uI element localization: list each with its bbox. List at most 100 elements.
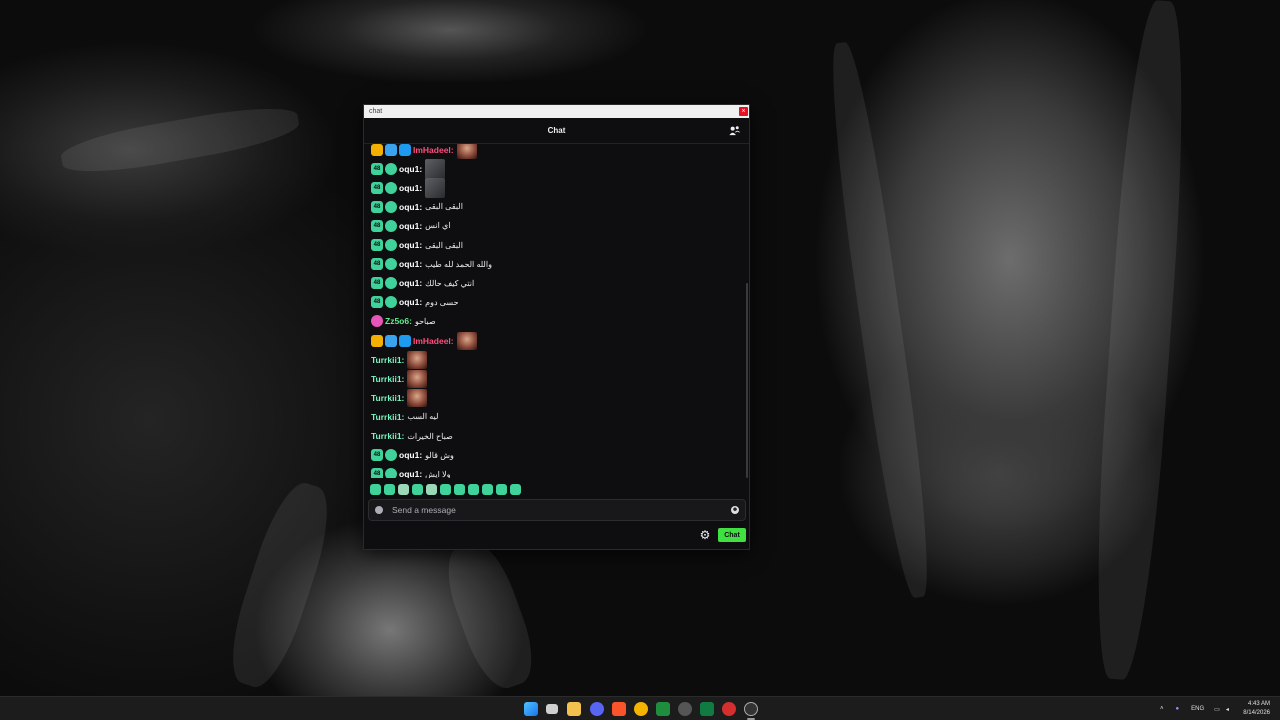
chat-message-text: البقى البقى — [425, 202, 463, 212]
gear-icon[interactable]: ⚙ — [699, 529, 711, 541]
chat-message: 48 oqu1: انتي كيف حالك — [371, 274, 474, 293]
sub-badge-icon[interactable]: 48 — [371, 258, 383, 271]
microphone-icon[interactable]: ● — [1176, 706, 1180, 712]
face-emote — [407, 388, 428, 407]
chat-username[interactable]: Turrkii1 — [371, 374, 402, 384]
chat-username[interactable]: Turrkii1 — [371, 393, 402, 403]
chat-header: Chat — [364, 118, 749, 144]
chat-input-box[interactable]: ☻ — [368, 499, 746, 521]
verified-badge-icon[interactable] — [385, 219, 397, 232]
sub-badge-icon[interactable]: 48 — [371, 181, 383, 194]
chat-scrollbar[interactable] — [746, 283, 748, 478]
chat-username[interactable]: ImHadeel — [413, 145, 451, 155]
chat-username[interactable]: oqu1 — [399, 202, 419, 212]
verified-badge-icon[interactable] — [385, 258, 397, 271]
sub-badge-icon[interactable]: 48 — [371, 239, 383, 251]
chat-username[interactable]: Turrkii1 — [371, 355, 402, 365]
emote-11[interactable] — [510, 484, 521, 495]
sub-badge-icon[interactable]: 48 — [371, 296, 383, 309]
windows-start-icon[interactable] — [524, 702, 538, 716]
chat-username[interactable]: oqu1 — [399, 450, 419, 460]
chat-username[interactable]: Turrkii1 — [371, 412, 402, 422]
steam-icon[interactable] — [678, 702, 692, 716]
network-icon[interactable]: ▭ — [1214, 706, 1220, 713]
mod-badge-icon[interactable] — [385, 144, 397, 156]
verified-badge-icon[interactable] — [385, 449, 397, 462]
language-indicator[interactable]: ENG — [1191, 706, 1204, 712]
chat-message: Zz5o6: صباحو — [371, 312, 436, 331]
emote-9[interactable] — [482, 484, 493, 495]
obs-icon[interactable] — [722, 702, 736, 716]
chat-username[interactable]: Zz5o6 — [385, 316, 409, 326]
discord-icon[interactable] — [590, 702, 604, 716]
chat-header-title: Chat — [547, 126, 566, 135]
chat-username[interactable]: Turrkii1 — [371, 431, 402, 441]
chat-message: 48 oqu1: والله الحمد لله طيب — [371, 255, 492, 274]
sub-badge-icon[interactable]: 48 — [371, 449, 383, 462]
sub-badge-icon[interactable]: 48 — [371, 468, 383, 478]
chat-username[interactable]: oqu1 — [399, 240, 419, 250]
excel-icon[interactable] — [700, 702, 714, 716]
bits-icon[interactable] — [375, 506, 383, 514]
chatterino-icon[interactable] — [744, 702, 758, 716]
emote-8[interactable] — [468, 484, 479, 495]
sub-badge-icon[interactable]: 48 — [371, 200, 383, 213]
chat-username[interactable]: oqu1 — [399, 297, 419, 307]
system-clock[interactable]: 4:43 AM 8/14/2026 — [1243, 700, 1270, 718]
chat-message-list[interactable]: ImHadeel:48 oqu1:48 oqu1:48 oqu1: البقى البق… — [364, 144, 748, 478]
verified-badge-icon[interactable] — [385, 162, 397, 175]
users-icon[interactable] — [729, 125, 740, 136]
chat-username[interactable]: ImHadeel — [413, 336, 451, 346]
mod-badge-icon[interactable] — [385, 334, 397, 347]
chat-send-button[interactable]: Chat — [718, 528, 746, 542]
window-titlebar[interactable]: chat × — [364, 105, 749, 118]
clock-time: 4:43 AM — [1247, 701, 1270, 707]
emote-7[interactable] — [454, 484, 465, 495]
brave-browser-icon[interactable] — [612, 702, 626, 716]
volume-icon[interactable]: ◂ — [1226, 706, 1229, 713]
emote-picker-icon[interactable]: ☻ — [731, 506, 739, 514]
emote-1[interactable] — [370, 484, 381, 495]
face-emote — [456, 144, 477, 159]
chat-message-text: البقى البقى — [425, 240, 463, 250]
emote-3[interactable] — [398, 484, 409, 495]
chevron-up-icon[interactable]: ˄ — [1160, 706, 1164, 712]
task-view-icon[interactable] — [546, 704, 558, 714]
crown-badge-icon[interactable] — [371, 334, 383, 347]
emote-6[interactable] — [440, 484, 451, 495]
emote-4[interactable] — [412, 484, 423, 495]
verified-badge-icon[interactable] — [385, 468, 397, 478]
prime-badge-icon[interactable] — [399, 334, 411, 347]
taskbar: ˄ ● ENG ▭ ◂ 4:43 AM 8/14/2026 — [0, 696, 1280, 720]
verified-badge-icon[interactable] — [385, 181, 397, 194]
chat-username[interactable]: oqu1 — [399, 183, 419, 193]
verified-badge-icon[interactable] — [385, 296, 397, 309]
crown-badge-icon[interactable] — [371, 144, 383, 156]
verified-badge-icon[interactable] — [385, 277, 397, 290]
file-explorer-icon[interactable] — [567, 702, 581, 716]
verified-badge-icon[interactable] — [385, 239, 397, 251]
emote-10[interactable] — [496, 484, 507, 495]
chat-username[interactable]: oqu1 — [399, 278, 419, 288]
chat-username[interactable]: oqu1 — [399, 259, 419, 269]
emote-2[interactable] — [384, 484, 395, 495]
username-separator: : — [419, 278, 423, 289]
verified-badge-icon[interactable] — [385, 200, 397, 213]
sub-badge-icon[interactable]: 48 — [371, 162, 383, 175]
prime-badge-icon[interactable] — [399, 144, 411, 156]
sub-badge-icon[interactable]: 48 — [371, 277, 383, 290]
sub-badge-icon[interactable]: 48 — [371, 219, 383, 232]
chat-message: 48 oqu1: — [371, 177, 446, 198]
chat-username[interactable]: oqu1 — [399, 221, 419, 231]
chrome-icon[interactable] — [634, 702, 648, 716]
face-emote — [407, 369, 428, 388]
chat-message-input[interactable] — [392, 505, 731, 515]
emote-5[interactable] — [426, 484, 437, 495]
username-separator: : — [401, 411, 405, 422]
chat-username[interactable]: oqu1 — [399, 164, 419, 174]
window-close-button[interactable]: × — [739, 107, 748, 116]
sheets-icon[interactable] — [656, 702, 670, 716]
chat-username[interactable]: oqu1 — [399, 469, 419, 478]
pink-badge-icon[interactable] — [371, 315, 383, 328]
username-separator: : — [419, 469, 423, 478]
